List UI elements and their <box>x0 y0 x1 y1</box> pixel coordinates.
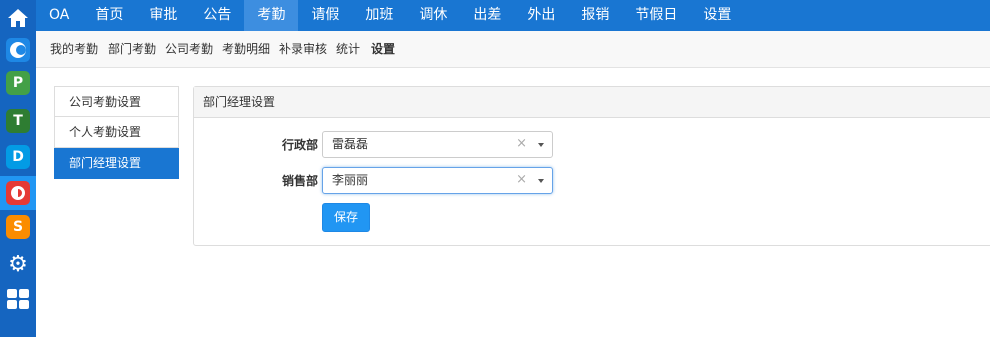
app-c-icon[interactable] <box>6 38 30 62</box>
nav-oa[interactable]: OA <box>36 0 82 31</box>
sub-navigation: 我的考勤 部门考勤 公司考勤 考勤明细 补录审核 统计 设置 <box>36 31 990 68</box>
department-manager-panel: 部门经理设置 行政部 雷磊磊 × 销售部 李丽丽 × 保存 <box>193 86 990 246</box>
subnav-settings[interactable]: 设置 <box>371 31 395 68</box>
settings-item-personal-attendance[interactable]: 个人考勤设置 <box>54 117 179 148</box>
nav-approval[interactable]: 审批 <box>136 0 190 31</box>
clear-icon[interactable]: × <box>516 132 527 156</box>
sales-manager-value: 李丽丽 <box>332 173 369 187</box>
sales-department-label: 销售部 <box>281 174 318 188</box>
app-sidebar: P T D S ⚙ <box>0 0 36 337</box>
app-d-icon[interactable]: D <box>6 145 30 169</box>
subnav-supplement-review[interactable]: 补录审核 <box>279 31 327 68</box>
subnav-my-attendance[interactable]: 我的考勤 <box>50 31 98 68</box>
settings-item-company-attendance[interactable]: 公司考勤设置 <box>54 86 179 117</box>
nav-holidays[interactable]: 节假日 <box>622 0 690 31</box>
clear-icon[interactable]: × <box>516 168 527 192</box>
gear-icon[interactable]: ⚙ <box>6 252 30 277</box>
nav-compensatory-leave[interactable]: 调休 <box>406 0 460 31</box>
nav-reimbursement[interactable]: 报销 <box>568 0 622 31</box>
settings-item-department-manager[interactable]: 部门经理设置 <box>54 148 179 179</box>
admin-manager-select[interactable]: 雷磊磊 × <box>322 131 553 158</box>
admin-manager-value: 雷磊磊 <box>332 137 369 151</box>
home-icon[interactable] <box>6 6 30 30</box>
chevron-down-icon[interactable] <box>538 179 544 183</box>
settings-menu: 公司考勤设置 个人考勤设置 部门经理设置 <box>54 86 179 179</box>
app-t-icon[interactable]: T <box>6 109 30 133</box>
nav-overtime[interactable]: 加班 <box>352 0 406 31</box>
nav-business-trip[interactable]: 出差 <box>460 0 514 31</box>
app-o-icon[interactable] <box>0 176 36 210</box>
nav-outing[interactable]: 外出 <box>514 0 568 31</box>
nav-leave[interactable]: 请假 <box>298 0 352 31</box>
subnav-company-attendance[interactable]: 公司考勤 <box>165 31 213 68</box>
nav-home[interactable]: 首页 <box>82 0 136 31</box>
nav-announcement[interactable]: 公告 <box>190 0 244 31</box>
subnav-attendance-details[interactable]: 考勤明细 <box>222 31 270 68</box>
nav-attendance[interactable]: 考勤 <box>244 0 299 31</box>
top-navigation: OA 首页 审批 公告 考勤 请假 加班 调休 出差 外出 报销 节假日 设置 <box>36 0 990 31</box>
app-s-icon[interactable]: S <box>6 215 30 239</box>
subnav-department-attendance[interactable]: 部门考勤 <box>108 31 156 68</box>
chevron-down-icon[interactable] <box>538 143 544 147</box>
app-p-icon[interactable]: P <box>6 71 30 95</box>
subnav-statistics[interactable]: 统计 <box>336 31 360 68</box>
save-button[interactable]: 保存 <box>322 203 370 232</box>
admin-department-label: 行政部 <box>281 138 318 152</box>
sales-manager-select[interactable]: 李丽丽 × <box>322 167 553 194</box>
nav-settings[interactable]: 设置 <box>690 0 744 31</box>
panel-title: 部门经理设置 <box>194 87 990 118</box>
grid-icon[interactable] <box>6 287 30 311</box>
